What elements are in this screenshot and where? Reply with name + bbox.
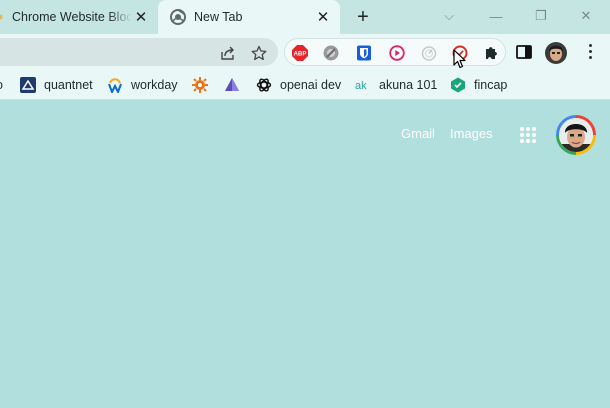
bookmark-label: quantnet	[44, 78, 93, 92]
openai-icon	[256, 78, 272, 92]
bookmarks-bar: o quantnet workday	[0, 70, 610, 100]
images-link[interactable]: Images	[450, 126, 493, 141]
fincap-icon	[451, 77, 465, 93]
workday-icon	[108, 78, 122, 93]
tab-strip: Chrome Website Blocker ✕ New Tab ✕ + ⌵ —…	[0, 0, 610, 34]
bookmark-label: workday	[131, 78, 178, 92]
account-photo	[559, 118, 593, 152]
timer-extension-icon[interactable]	[421, 45, 437, 61]
extensions-group: ABP	[284, 38, 506, 66]
play-extension-icon[interactable]	[389, 45, 405, 61]
bookmark-pyramid[interactable]	[224, 75, 248, 95]
sun-gear-icon	[192, 77, 208, 93]
toolbar: ABP	[0, 34, 610, 70]
bookmark-label: fincap	[474, 78, 508, 92]
bookmark-fincap[interactable]: fincap	[450, 75, 507, 95]
bookmark-workday[interactable]: workday	[107, 75, 178, 95]
minimize-button[interactable]: —	[474, 2, 518, 30]
extensions-puzzle-icon[interactable]	[483, 45, 499, 61]
address-bar[interactable]	[0, 38, 278, 66]
mouse-cursor-icon	[453, 49, 466, 69]
tab-title: Chrome Website Blocker	[12, 10, 132, 24]
pyramid-icon	[225, 78, 239, 91]
akuna-icon: ak	[355, 80, 367, 92]
adblock-plus-icon[interactable]: ABP	[292, 45, 308, 61]
google-apps-icon[interactable]	[520, 127, 536, 143]
bookmark-openai-dev[interactable]: openai dev	[256, 75, 341, 95]
chrome-icon	[170, 9, 186, 25]
svg-text:ABP: ABP	[294, 52, 307, 58]
tab-new-tab[interactable]: New Tab ✕	[158, 0, 340, 34]
tab-chrome-website-blocker[interactable]: Chrome Website Blocker ✕	[0, 0, 158, 34]
bookmark-star-icon[interactable]	[251, 45, 267, 61]
profile-photo-icon	[545, 42, 567, 64]
bookmark-label: openai dev	[280, 78, 342, 92]
bitwarden-icon[interactable]	[356, 45, 372, 61]
new-tab-button[interactable]: +	[352, 6, 374, 28]
close-tab-icon[interactable]: ✕	[314, 8, 332, 26]
bookmark-quantnet[interactable]: quantnet	[20, 75, 93, 95]
profile-avatar[interactable]	[545, 42, 567, 64]
bookmark-overflow-fragment[interactable]: o	[0, 75, 3, 95]
google-account-avatar[interactable]	[556, 115, 596, 155]
tab-title: New Tab	[194, 10, 243, 24]
svg-text:ak: ak	[355, 80, 367, 92]
bookmark-akuna-101[interactable]: ak akuna 101	[355, 75, 437, 95]
account-photo-icon	[559, 118, 593, 152]
close-window-button[interactable]: ✕	[564, 2, 608, 30]
restore-button[interactable]: ❐	[519, 2, 563, 30]
bookmark-sun-gear[interactable]	[192, 75, 216, 95]
quantnet-icon	[20, 77, 36, 93]
side-panel-icon[interactable]	[515, 43, 533, 61]
share-icon[interactable]	[220, 45, 236, 61]
close-tab-icon[interactable]: ✕	[132, 8, 150, 26]
website-blocker-favicon-icon	[0, 14, 3, 20]
gmail-link[interactable]: Gmail	[401, 126, 435, 141]
chrome-menu-icon[interactable]	[588, 44, 592, 60]
tab-search-button[interactable]: ⌵	[427, 2, 471, 30]
bookmark-label: akuna 101	[379, 78, 438, 92]
grey-circle-extension-icon[interactable]	[323, 45, 339, 61]
